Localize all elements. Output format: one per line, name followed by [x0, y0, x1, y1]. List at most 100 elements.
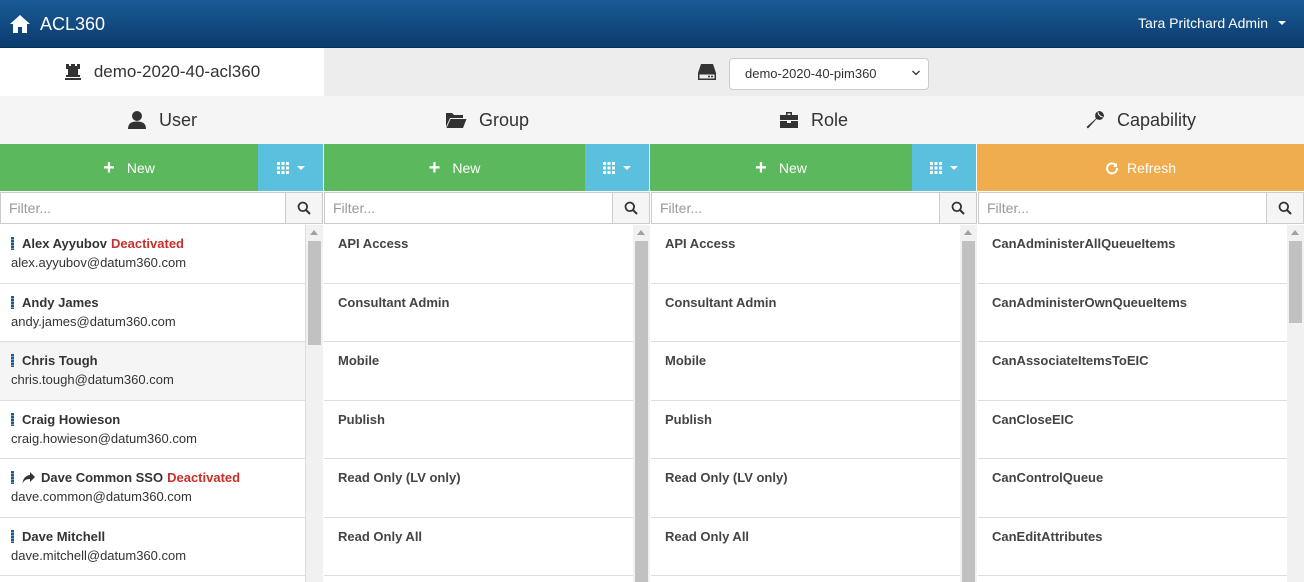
user-list-scrollbar[interactable] — [306, 225, 323, 582]
capability-row[interactable]: CanAdministerOwnQueueItems — [978, 283, 1287, 342]
folder-open-icon — [445, 113, 467, 128]
capability-name: CanEditAttributes — [992, 528, 1103, 544]
group-row[interactable]: Read Only (LV only) — [324, 459, 633, 518]
capability-name: CanControlQueue — [992, 470, 1104, 485]
grid-icon — [603, 161, 615, 174]
database-select-value: demo-2020-40-pim360 — [745, 66, 877, 81]
search-icon — [1278, 201, 1292, 215]
user-filter-input[interactable] — [1, 193, 285, 223]
role-row[interactable]: Consultant Admin — [651, 283, 960, 342]
user-row-dave-common-sso[interactable]: Dave Common SSO Deactivated dave.common@d… — [0, 459, 305, 518]
capability-column-header: Capability — [977, 96, 1304, 144]
user-search-button[interactable] — [285, 192, 323, 224]
user-type-marker-icon — [11, 354, 14, 367]
user-columns-menu-button[interactable] — [258, 144, 323, 191]
top-navbar: ACL360 Tara Pritchard Admin — [0, 0, 1304, 48]
role-columns-menu-button[interactable] — [912, 144, 976, 191]
group-row[interactable]: Publish — [324, 400, 633, 459]
scroll-up-icon[interactable] — [1291, 230, 1299, 235]
user-menu-dropdown[interactable]: Tara Pritchard Admin — [1138, 15, 1286, 31]
capability-row[interactable]: CanAdministerAllQueueItems — [978, 225, 1287, 284]
capability-search-button[interactable] — [1266, 192, 1304, 224]
group-row[interactable]: Mobile — [324, 342, 633, 401]
user-row-dave-mitchell[interactable]: Dave Mitchell dave.mitchell@datum360.com — [0, 517, 305, 576]
new-role-button[interactable]: + New — [650, 144, 912, 191]
group-list-scrollbar[interactable] — [633, 225, 650, 582]
group-columns-menu-button[interactable] — [585, 144, 649, 191]
user-email: dave.common@datum360.com — [11, 489, 192, 504]
role-search-button[interactable] — [939, 192, 977, 224]
refresh-button-label: Refresh — [1126, 159, 1177, 176]
user-column-header: User — [0, 96, 324, 144]
new-user-button[interactable]: + New — [0, 144, 258, 191]
grid-icon — [276, 161, 289, 174]
role-list: API Access Consultant Admin Mobile Publi… — [651, 225, 961, 582]
role-row[interactable]: API Access — [651, 225, 960, 284]
acl-server-panel: demo-2020-40-acl360 — [0, 48, 324, 96]
role-name: Mobile — [665, 353, 707, 368]
role-name: Read Only All — [665, 528, 750, 544]
capability-row[interactable]: CanCloseEIC — [978, 400, 1287, 459]
capability-row[interactable]: CanControlQueue — [978, 459, 1287, 518]
briefcase-icon — [779, 112, 798, 128]
home-link[interactable]: ACL360 — [10, 12, 105, 36]
new-group-button[interactable]: + New — [324, 144, 585, 191]
role-filter-input[interactable] — [652, 193, 939, 223]
plus-icon: + — [103, 156, 115, 179]
search-icon — [297, 201, 311, 215]
scrollbar-thumb[interactable] — [962, 241, 975, 582]
scroll-up-icon[interactable] — [964, 230, 972, 235]
group-row[interactable]: Read Only All — [324, 517, 633, 576]
user-row-alex-ayyubov[interactable]: Alex Ayyubov Deactivated alex.ayyubov@dat… — [0, 225, 305, 284]
role-row[interactable]: Mobile — [651, 342, 960, 401]
scroll-up-icon[interactable] — [310, 230, 318, 235]
user-name: Dave Mitchell — [22, 528, 106, 544]
scrollbar-thumb[interactable] — [635, 241, 648, 582]
user-filter-field[interactable] — [0, 192, 286, 224]
scroll-up-icon[interactable] — [637, 230, 645, 235]
deactivated-badge: Deactivated — [167, 470, 241, 485]
capability-filter-input[interactable] — [979, 193, 1266, 223]
new-role-button-label: New — [778, 159, 807, 176]
group-row[interactable]: API Access — [324, 225, 633, 284]
database-select[interactable]: demo-2020-40-pim360 — [729, 58, 929, 90]
group-filter-field[interactable] — [324, 192, 613, 224]
group-name: Read Only All — [338, 528, 423, 544]
role-row[interactable]: Publish — [651, 400, 960, 459]
caret-down-icon — [1278, 21, 1286, 25]
role-name: Publish — [665, 411, 712, 427]
role-row[interactable]: Read Only All — [651, 517, 960, 576]
capability-row[interactable]: CanEditAttributes — [978, 517, 1287, 576]
user-email: andy.james@datum360.com — [11, 313, 176, 329]
user-type-marker-icon — [11, 529, 14, 543]
search-icon — [624, 201, 638, 215]
user-type-marker-icon — [11, 237, 14, 250]
plus-icon: + — [755, 156, 767, 179]
capability-row[interactable]: CanAssociateItemsToEIC — [978, 342, 1287, 401]
user-row-andy-james[interactable]: Andy James andy.james@datum360.com — [0, 283, 305, 342]
group-row[interactable]: Consultant Admin — [324, 283, 633, 342]
group-list: API Access Consultant Admin Mobile Publi… — [324, 225, 634, 582]
capability-list-scrollbar[interactable] — [1287, 225, 1304, 582]
refresh-capabilities-button[interactable]: Refresh — [977, 144, 1304, 191]
group-search-button[interactable] — [612, 192, 650, 224]
role-column-header: Role — [650, 96, 977, 144]
group-name: API Access — [338, 236, 409, 251]
user-name: Chris Tough — [22, 353, 98, 368]
role-list-scrollbar[interactable] — [960, 225, 977, 582]
user-type-marker-icon — [11, 471, 14, 484]
capability-filter-field[interactable] — [978, 192, 1267, 224]
role-row[interactable]: Read Only (LV only) — [651, 459, 960, 518]
role-filter-field[interactable] — [651, 192, 940, 224]
group-column-header: Group — [324, 96, 650, 144]
scrollbar-thumb[interactable] — [308, 241, 321, 345]
grid-icon — [930, 161, 942, 174]
user-email: dave.mitchell@datum360.com — [11, 547, 187, 563]
capability-header-label: Capability — [1116, 109, 1197, 130]
user-row-chris-tough[interactable]: Chris Tough chris.tough@datum360.com — [0, 342, 305, 401]
scrollbar-thumb[interactable] — [1289, 241, 1302, 323]
role-name: API Access — [665, 236, 736, 251]
app-title: ACL360 — [40, 13, 106, 34]
user-row-craig-howieson[interactable]: Craig Howieson craig.howieson@datum360.c… — [0, 400, 305, 459]
group-filter-input[interactable] — [325, 193, 612, 223]
